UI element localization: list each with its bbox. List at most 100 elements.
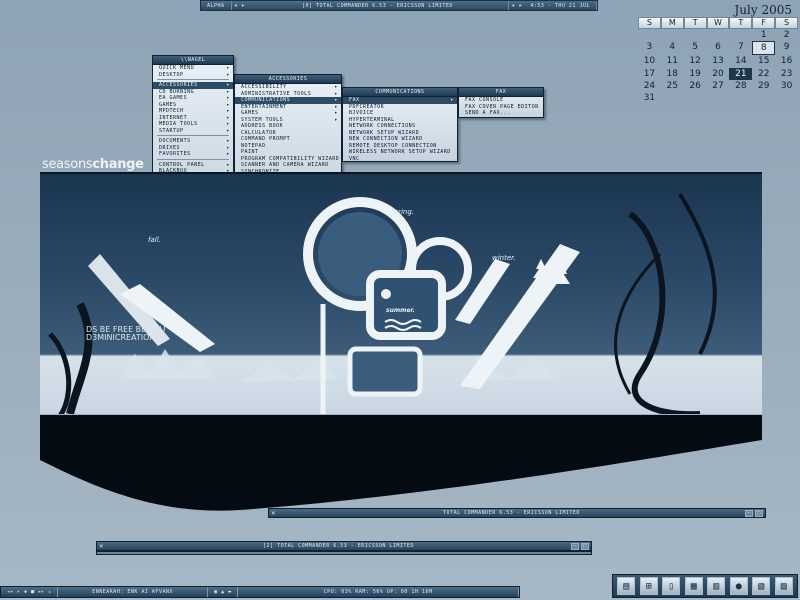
calendar-day[interactable]: 31 [638, 92, 661, 104]
play-icon[interactable]: ▸ [17, 589, 20, 595]
calendar-day-header: S [638, 17, 661, 29]
prev-workspace-icon[interactable]: ◂ [232, 2, 240, 9]
calendar-day[interactable]: 22 [752, 68, 775, 80]
toggle-icon[interactable]: ▲ [221, 589, 224, 595]
maximize-icon[interactable]: □ [581, 542, 589, 550]
accessories-menu-title: ACCESSORIES [235, 75, 341, 84]
black-brush-decoration [40, 415, 762, 511]
calendar-day[interactable]: 17 [638, 68, 661, 80]
bottom-media-bar: ◂◂ ▸ ▪ ■ ▸▸ ▴ ENNEARAH: ENK AI AFVANX ▣ ▲… [0, 586, 520, 598]
book-icon[interactable]: ▥ [707, 577, 726, 595]
calendar-day[interactable]: 19 [684, 68, 707, 80]
menu-main-item-desktop[interactable]: DESKTOP [153, 72, 233, 79]
root-menu-title: \\NAGEL [153, 56, 233, 65]
active-window-title[interactable]: [0] TOTAL COMMANDER 6.53 - ERICSSON LIMI… [247, 1, 510, 10]
workspace-label[interactable]: ALPHA [201, 1, 232, 10]
calendar-day[interactable]: 1 [752, 29, 775, 41]
window-frame-strip [96, 551, 592, 555]
close-icon[interactable]: ✕ [97, 542, 106, 550]
system-stats: CPU: 03% RAM: 56% UP: 00 1H 16M [238, 587, 519, 597]
system-icon[interactable]: ▣ [214, 589, 217, 595]
pause-icon[interactable]: ▪ [24, 589, 27, 595]
prev-window-icon[interactable]: ◂ [509, 2, 517, 9]
menu-main-item-favorites[interactable]: FAVORITES [153, 151, 233, 158]
window-total-commander-2[interactable]: ✕ [2] TOTAL COMMANDER 6.53 - ERICSSON LI… [96, 541, 592, 551]
top-taskbar: ALPHA ◂ ▸ [0] TOTAL COMMANDER 6.53 - ERI… [200, 0, 598, 11]
calendar-day-header: S [775, 17, 798, 29]
calendar-day[interactable]: 10 [638, 55, 661, 67]
calendar-day[interactable]: 30 [775, 80, 798, 92]
calendar-title: July 2005 [734, 3, 792, 17]
calendar-day[interactable]: 13 [707, 55, 730, 67]
calendar-day[interactable]: 8 [752, 41, 776, 56]
calendar-day[interactable]: 6 [707, 41, 730, 55]
calendar-day[interactable]: 2 [775, 29, 798, 41]
workspace-icon[interactable]: ▬ [228, 589, 231, 595]
stop-icon[interactable]: ■ [31, 589, 34, 595]
fall-label: fall. [148, 236, 161, 244]
next-workspace-icon[interactable]: ▸ [239, 2, 247, 9]
spring-label: spring. [390, 208, 415, 216]
winter-label: winter. [492, 254, 516, 262]
calendar-day[interactable]: 15 [752, 55, 775, 67]
calendar-day [661, 29, 684, 41]
calendar-day[interactable]: 27 [707, 80, 730, 92]
calendar-day[interactable]: 5 [684, 41, 707, 55]
calendar-day [729, 29, 752, 41]
calendar-day[interactable]: 14 [729, 55, 752, 67]
documents-icon[interactable]: ▦ [684, 577, 703, 595]
maximize-icon[interactable]: □ [755, 509, 763, 517]
calendar-day[interactable]: 28 [729, 80, 752, 92]
calendar-day[interactable]: 20 [707, 68, 730, 80]
eject-icon[interactable]: ▴ [48, 589, 51, 595]
rewind-icon[interactable]: ◂◂ [7, 589, 13, 595]
communications-menu-title: COMMUNICATIONS [343, 88, 457, 97]
wallpaper-heading-bold: change [92, 157, 144, 172]
calendar-day[interactable]: 24 [638, 80, 661, 92]
calendar-grid: S M T W T F S 1 2 3 4 5 6 7 8 9 10 11 12 13 14 15 16 17 18 19 20 21… [638, 17, 798, 104]
minimize-icon[interactable]: – [571, 542, 579, 550]
artist-signature-line2: D3MINICREATIONS [86, 333, 161, 342]
calendar-day [707, 29, 730, 41]
calendar-day-header: T [729, 17, 753, 29]
calendar-widget: July 2005 S M T W T F S 1 2 3 4 5 6 7 8 9 10 11 12 13 14 15 16… [638, 2, 798, 104]
menu-main-item-startup[interactable]: STARTUP [153, 128, 233, 135]
folder-icon[interactable]: ▨ [774, 577, 793, 595]
calendar-day[interactable]: 11 [661, 55, 684, 67]
wallpaper-heading-plain: seasons [42, 157, 93, 172]
forward-icon[interactable]: ▸▸ [38, 589, 44, 595]
calendar-day[interactable]: 26 [684, 80, 707, 92]
window-total-commander-1[interactable]: ✕ TOTAL COMMANDER 6.53 - ERICSSON LIMITE… [268, 508, 766, 518]
next-window-icon[interactable]: ▸ [517, 2, 525, 9]
trash-icon[interactable]: ▯ [662, 577, 681, 595]
wallpaper-artwork: fall. spring. summer. winter. [40, 172, 762, 414]
calendar-day[interactable]: 18 [661, 68, 684, 80]
calendar-day-header: M [660, 17, 684, 29]
calendar-day[interactable]: 16 [775, 55, 798, 67]
menu-separator [157, 135, 229, 137]
quick-launch-tray: ▤ ⊞ ▯ ▦ ▥ ● ▧ ▨ [612, 574, 798, 598]
calendar-day[interactable]: 25 [661, 80, 684, 92]
wallpaper-heading: seasonschange [42, 157, 144, 172]
settings-icon[interactable]: ▧ [752, 577, 771, 595]
calendar-day[interactable]: 21 [729, 67, 753, 80]
calendar-day-header: T [683, 17, 707, 29]
calendar-day[interactable]: 29 [752, 80, 775, 92]
calendar-day[interactable]: 3 [638, 41, 661, 55]
menu-separator [157, 158, 229, 161]
minimize-icon[interactable]: – [745, 509, 753, 517]
close-icon[interactable]: ✕ [269, 509, 278, 517]
clock: 4:53 - THU 21 JUL [524, 1, 597, 10]
calendar-day[interactable]: 12 [684, 55, 707, 67]
globe-icon[interactable]: ● [729, 577, 748, 595]
calendar-day[interactable]: 23 [775, 68, 798, 80]
calendar-day[interactable]: 9 [775, 41, 798, 55]
menu-comm-item-vnc[interactable]: VNC [343, 156, 457, 163]
computer-icon[interactable]: ▤ [617, 577, 636, 595]
menu-fax-item-send-a-fax[interactable]: SEND A FAX... [459, 110, 543, 117]
window-title: [2] TOTAL COMMANDER 6.53 - ERICSSON LIMI… [263, 543, 414, 549]
calendar-day[interactable]: 7 [729, 41, 752, 55]
summer-label: summer. [386, 307, 415, 314]
calendar-day[interactable]: 4 [661, 41, 684, 55]
network-icon[interactable]: ⊞ [639, 577, 658, 595]
